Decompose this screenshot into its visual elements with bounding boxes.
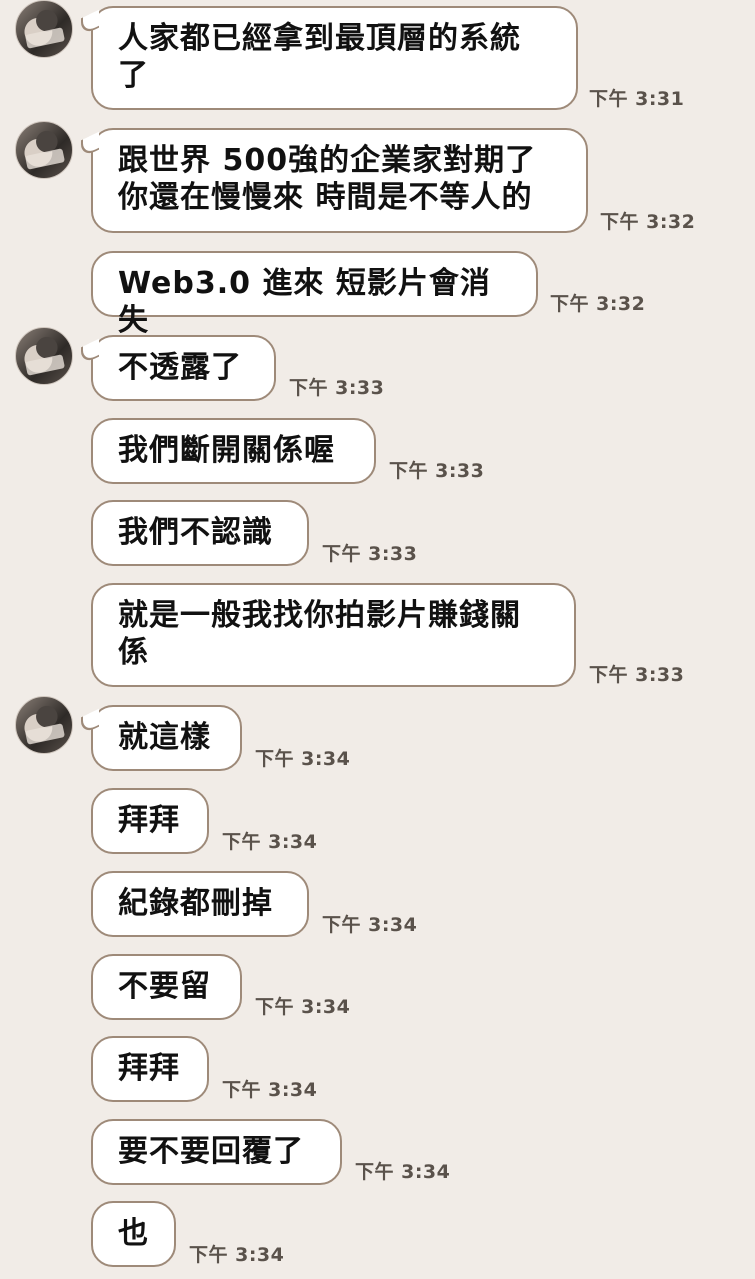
message-bubble[interactable]: 拜拜 (91, 1036, 209, 1102)
sender-avatar[interactable] (15, 121, 73, 179)
message-timestamp: 下午 3:34 (222, 831, 318, 853)
message-bubble[interactable]: Web3.0 進來 短影片會消失 (91, 251, 538, 338)
sender-avatar[interactable] (15, 0, 73, 58)
message-timestamp: 下午 3:32 (550, 293, 646, 315)
message-bubble[interactable]: 不要留 (91, 954, 242, 1020)
message-timestamp: 下午 3:33 (322, 543, 418, 565)
message-bubble[interactable]: 跟世界 500強的企業家對期了 你還在慢慢來 時間是不等人的 (91, 128, 588, 233)
message-bubble[interactable]: 拜拜 (91, 788, 209, 854)
message-bubble[interactable]: 也 (91, 1201, 176, 1267)
sender-avatar[interactable] (15, 327, 73, 385)
message-bubble[interactable]: 不透露了 (91, 335, 276, 401)
message-timestamp: 下午 3:34 (355, 1161, 451, 1183)
message-timestamp: 下午 3:33 (289, 377, 385, 399)
sender-avatar[interactable] (15, 696, 73, 754)
message-timestamp: 下午 3:34 (255, 996, 351, 1018)
message-timestamp: 下午 3:32 (600, 211, 696, 233)
message-bubble[interactable]: 我們斷開關係喔 (91, 418, 376, 484)
message-bubble[interactable]: 我們不認識 (91, 500, 309, 566)
message-timestamp: 下午 3:33 (589, 664, 685, 686)
message-bubble[interactable]: 紀錄都刪掉 (91, 871, 309, 937)
message-timestamp: 下午 3:31 (589, 88, 685, 110)
message-timestamp: 下午 3:34 (322, 914, 418, 936)
message-timestamp: 下午 3:33 (389, 460, 485, 482)
message-timestamp: 下午 3:34 (222, 1079, 318, 1101)
message-timestamp: 下午 3:34 (255, 748, 351, 770)
message-bubble[interactable]: 就是一般我找你拍影片賺錢關 係 (91, 583, 576, 687)
message-bubble[interactable]: 人家都已經拿到最頂層的系統 了 (91, 6, 578, 110)
message-bubble[interactable]: 就這樣 (91, 705, 242, 771)
message-timestamp: 下午 3:34 (189, 1244, 285, 1266)
message-bubble[interactable]: 要不要回覆了 (91, 1119, 342, 1185)
